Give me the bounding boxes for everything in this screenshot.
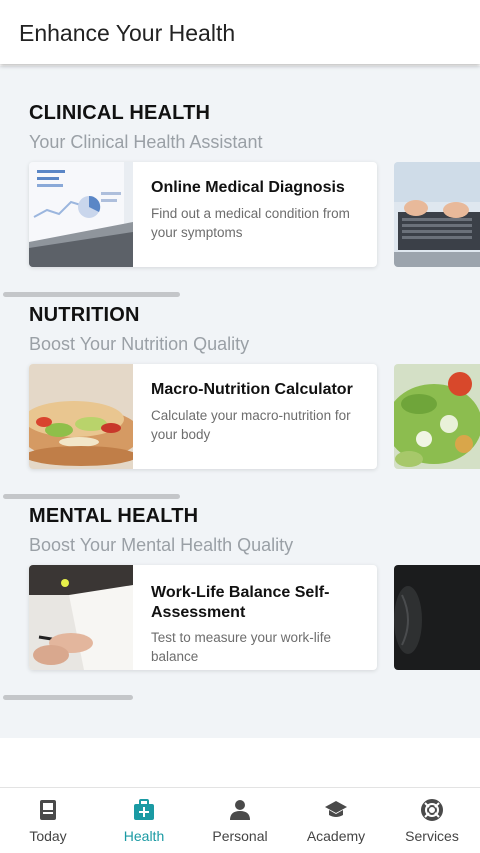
horizontal-scrollbar[interactable] bbox=[3, 695, 133, 700]
book-icon bbox=[40, 800, 56, 820]
card-online-medical-diagnosis[interactable]: Online Medical Diagnosis Find out a medi… bbox=[29, 162, 377, 267]
main-content[interactable]: CLINICAL HEALTH Your Clinical Health Ass… bbox=[0, 66, 480, 738]
medical-kit-icon bbox=[134, 799, 154, 820]
section-title: NUTRITION bbox=[29, 304, 140, 326]
nav-label: Today bbox=[29, 828, 67, 844]
bottom-navigation: Today Health Personal Academy Services bbox=[0, 787, 480, 853]
nav-item-personal[interactable]: Personal bbox=[192, 788, 288, 853]
nav-item-academy[interactable]: Academy bbox=[288, 788, 384, 853]
page-title: Enhance Your Health bbox=[19, 20, 236, 46]
card-title: Work-Life Balance Self-Assessment bbox=[151, 584, 330, 621]
person-icon bbox=[230, 800, 250, 820]
nav-label: Academy bbox=[306, 828, 366, 844]
graduation-cap-icon bbox=[325, 801, 347, 817]
section-title: MENTAL HEALTH bbox=[29, 505, 199, 527]
desk-notebook-image bbox=[29, 565, 133, 670]
section-title: CLINICAL HEALTH bbox=[29, 102, 211, 124]
card-macro-nutrition-calculator[interactable]: Macro-Nutrition Calculator Calculate you… bbox=[29, 364, 377, 469]
section-subtitle: Your Clinical Health Assistant bbox=[29, 132, 263, 152]
nav-label: Services bbox=[405, 828, 459, 844]
laptop-chart-image bbox=[29, 162, 133, 267]
app-bar: Enhance Your Health bbox=[0, 0, 480, 64]
card-description: Test to measure your work-life balance bbox=[151, 630, 332, 664]
card-title: Macro-Nutrition Calculator bbox=[151, 381, 353, 398]
nav-item-health[interactable]: Health bbox=[96, 788, 192, 853]
sandwich-image bbox=[29, 364, 133, 469]
horizontal-scrollbar[interactable] bbox=[3, 292, 180, 297]
section-subtitle: Boost Your Mental Health Quality bbox=[29, 535, 294, 555]
next-card-image-salad[interactable] bbox=[394, 364, 480, 469]
card-description: Calculate your macro-nutrition for your … bbox=[151, 408, 351, 442]
lifebuoy-icon bbox=[421, 799, 443, 821]
next-card-image-dark-portrait[interactable] bbox=[394, 565, 480, 670]
card-title: Online Medical Diagnosis bbox=[151, 179, 345, 196]
nav-item-services[interactable]: Services bbox=[384, 788, 480, 853]
section-subtitle: Boost Your Nutrition Quality bbox=[29, 334, 250, 354]
nav-item-today[interactable]: Today bbox=[0, 788, 96, 853]
card-work-life-balance[interactable]: Work-Life Balance Self-Assessment Test t… bbox=[29, 565, 377, 670]
nav-label: Personal bbox=[212, 828, 268, 844]
next-card-image-hands-typing[interactable] bbox=[394, 162, 480, 267]
card-description: Find out a medical condition from your s… bbox=[151, 206, 350, 240]
nav-label: Health bbox=[123, 828, 165, 844]
horizontal-scrollbar[interactable] bbox=[3, 494, 180, 499]
